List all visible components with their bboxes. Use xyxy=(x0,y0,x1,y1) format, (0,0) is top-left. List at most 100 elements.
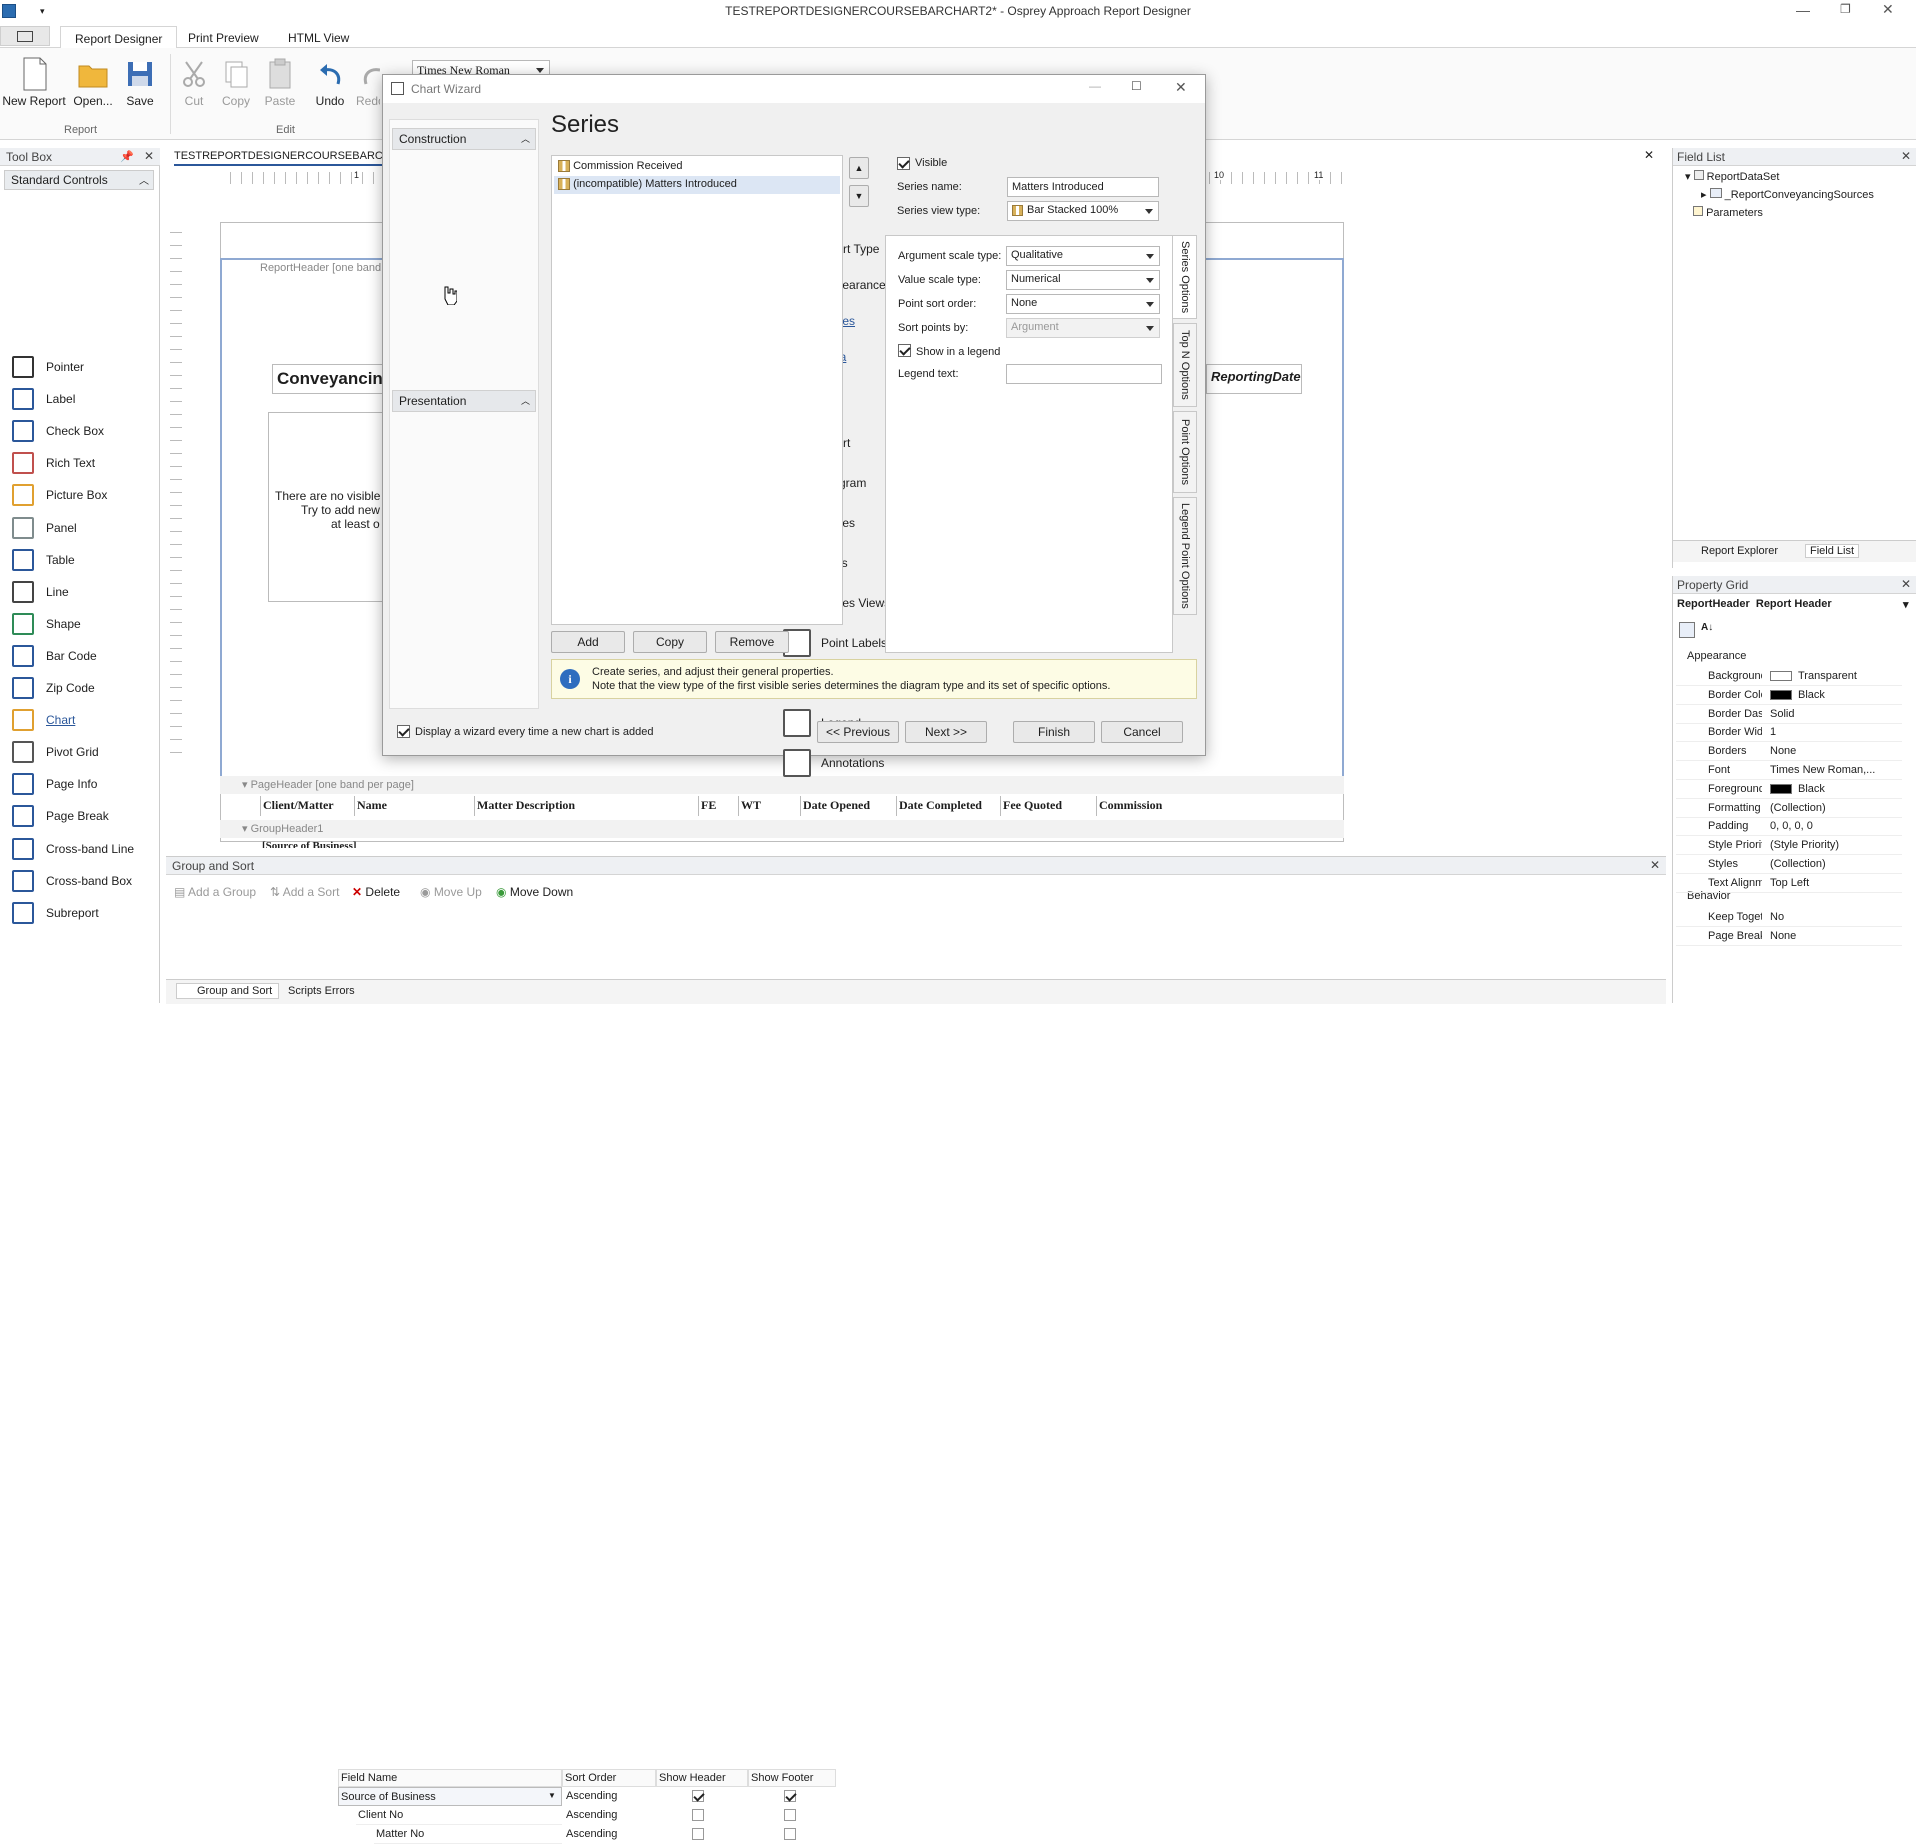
tab-print-preview[interactable]: Print Preview xyxy=(188,31,259,45)
table-row-order[interactable]: Ascending xyxy=(564,1806,619,1825)
property-row[interactable]: Styles (Collection) xyxy=(1676,855,1902,874)
property-row[interactable]: Foreground Col Black xyxy=(1676,780,1902,799)
table-row-field[interactable]: Source of Business xyxy=(338,1787,562,1806)
minimize-button[interactable]: — xyxy=(1796,2,1810,18)
tool-line[interactable]: Line xyxy=(10,576,69,608)
add-series-button[interactable]: Add xyxy=(551,631,625,653)
show-footer-checkbox[interactable] xyxy=(784,1828,796,1840)
delete-button[interactable]: ✕ Delete xyxy=(352,885,400,899)
tab-group-and-sort[interactable]: Group and Sort xyxy=(176,983,280,999)
move-series-down-button[interactable]: ▼ xyxy=(849,185,869,207)
categorized-icon[interactable] xyxy=(1679,622,1695,638)
tool-picture-box[interactable]: Picture Box xyxy=(10,479,107,511)
column-header[interactable]: WT xyxy=(738,796,800,816)
designer-tab[interactable]: TESTREPORTDESIGNERCOURSEBARCHART xyxy=(174,150,413,166)
cancel-button[interactable]: Cancel xyxy=(1101,721,1183,743)
sort-points-by-combo[interactable]: Argument xyxy=(1006,318,1160,338)
visible-checkbox[interactable] xyxy=(897,157,910,170)
tool-label[interactable]: Label xyxy=(10,383,75,415)
tab-series-options[interactable]: Series Options xyxy=(1173,235,1197,319)
tool-page-break[interactable]: Page Break xyxy=(10,800,109,832)
restore-button[interactable]: ❐ xyxy=(1840,2,1851,16)
close-icon[interactable]: ✕ xyxy=(1901,149,1911,163)
series-name-input[interactable]: Matters Introduced xyxy=(1007,177,1159,197)
column-header[interactable]: Fee Quoted xyxy=(1000,796,1096,816)
property-row[interactable]: Borders None xyxy=(1676,742,1902,762)
column-header[interactable]: Date Opened xyxy=(800,796,896,816)
close-icon[interactable]: ✕ xyxy=(1901,577,1911,591)
next-button[interactable]: Next >> xyxy=(905,721,987,743)
property-value[interactable]: Times New Roman,... xyxy=(1762,764,1902,776)
show-footer-checkbox[interactable] xyxy=(784,1790,796,1802)
property-row[interactable]: Text Alignment Top Left xyxy=(1676,874,1902,893)
table-header[interactable]: Show Footer xyxy=(748,1769,836,1787)
designer-close-icon[interactable]: ✕ xyxy=(1644,148,1654,162)
series-view-type-combo[interactable]: Bar Stacked 100% xyxy=(1007,201,1159,221)
property-value[interactable]: Solid xyxy=(1762,708,1902,720)
property-value[interactable]: (Collection) xyxy=(1762,858,1902,870)
object-selector[interactable]: ReportHeader Report Header ▾ xyxy=(1677,598,1913,616)
property-row[interactable]: Keep TogetherNo xyxy=(1676,908,1902,927)
property-value-text[interactable]: None xyxy=(1762,930,1902,942)
field-tree-child[interactable]: ▸ _ReportConveyancingSources xyxy=(1701,188,1874,201)
table-row-field[interactable]: Matter No xyxy=(374,1825,562,1844)
show-header-checkbox[interactable] xyxy=(692,1790,704,1802)
series-item[interactable]: Commission Received xyxy=(554,158,840,176)
tool-panel[interactable]: Panel xyxy=(10,512,77,544)
presentation-group-header[interactable]: Presentation ︿ xyxy=(392,390,536,412)
tool-check-box[interactable]: Check Box xyxy=(10,415,104,447)
tab-scripts-errors[interactable]: Scripts Errors xyxy=(288,985,355,997)
tool-cross-band-line[interactable]: Cross-band Line xyxy=(10,833,134,865)
report-title-label[interactable]: Conveyancin xyxy=(272,364,392,394)
tab-report-explorer[interactable]: Report Explorer xyxy=(1701,545,1778,557)
finish-button[interactable]: Finish xyxy=(1013,721,1095,743)
column-header[interactable]: Name xyxy=(354,796,474,816)
property-value[interactable]: Top Left xyxy=(1762,877,1902,889)
tab-top-n-options[interactable]: Top N Options xyxy=(1173,323,1197,407)
close-window-button[interactable]: ✕ xyxy=(1882,1,1894,18)
close-icon[interactable]: ✕ xyxy=(1650,858,1660,872)
nav-point-labels[interactable]: Point Labels xyxy=(783,629,887,657)
field-tree-params[interactable]: Parameters xyxy=(1693,206,1763,219)
table-header[interactable]: Sort Order xyxy=(562,1769,656,1787)
show-footer-checkbox[interactable] xyxy=(784,1809,796,1821)
close-icon[interactable]: ✕ xyxy=(144,149,154,163)
pin-icon[interactable]: 📌 xyxy=(120,150,134,163)
display-wizard-checkbox[interactable] xyxy=(397,725,410,738)
save-button[interactable]: Save xyxy=(120,56,160,108)
add-sort-button[interactable]: ⇅ Add a Sort xyxy=(270,885,339,899)
new-report-button[interactable]: New Report xyxy=(2,56,66,108)
dialog-minimize-button[interactable]: — xyxy=(1089,79,1101,93)
property-row[interactable]: Formatting Rule (Collection) xyxy=(1676,799,1902,818)
tool-zip-code[interactable]: Zip Code xyxy=(10,672,95,704)
series-list[interactable]: Commission Received (incompatible) Matte… xyxy=(551,155,843,625)
show-header-checkbox[interactable] xyxy=(692,1828,704,1840)
group-header-band-caption[interactable]: ▾ GroupHeader1 xyxy=(220,820,1344,838)
value-scale-type-combo[interactable]: Numerical xyxy=(1006,270,1160,290)
tool-table[interactable]: Table xyxy=(10,544,75,576)
legend-text-input[interactable] xyxy=(1006,364,1162,384)
tab-field-list[interactable]: Field List xyxy=(1805,544,1860,558)
property-row[interactable]: Border Width 1 xyxy=(1676,723,1902,743)
category-appearance[interactable]: Appearance xyxy=(1687,650,1746,662)
property-row[interactable]: Font Times New Roman,... xyxy=(1676,761,1902,780)
property-value[interactable]: (Collection) xyxy=(1762,802,1902,814)
dialog-close-button[interactable]: ✕ xyxy=(1175,79,1187,96)
copy-button[interactable]: Copy xyxy=(218,56,254,108)
table-row-field[interactable]: Client No xyxy=(356,1806,562,1825)
tool-cross-band-box[interactable]: Cross-band Box xyxy=(10,865,132,897)
paste-button[interactable]: Paste xyxy=(262,56,298,108)
property-value[interactable]: Black xyxy=(1762,689,1902,701)
column-header[interactable]: Matter Description xyxy=(474,796,698,816)
field-dropdown-arrow[interactable]: ▼ xyxy=(548,1791,556,1800)
property-value[interactable]: (Style Priority) xyxy=(1762,839,1902,851)
move-series-up-button[interactable]: ▲ xyxy=(849,157,869,179)
remove-series-button[interactable]: Remove xyxy=(715,631,789,653)
tab-legend-point-options[interactable]: Legend Point Options xyxy=(1173,497,1197,615)
property-value[interactable]: 0, 0, 0, 0 xyxy=(1762,820,1902,832)
group-header-field[interactable]: [Source of Business] xyxy=(262,840,357,848)
property-row[interactable]: Border Dash Sty Solid xyxy=(1676,705,1902,724)
tool-pivot-grid[interactable]: Pivot Grid xyxy=(10,736,99,768)
copy-series-button[interactable]: Copy xyxy=(633,631,707,653)
page-header-band-caption[interactable]: ▾ PageHeader [one band per page] xyxy=(220,776,1344,794)
